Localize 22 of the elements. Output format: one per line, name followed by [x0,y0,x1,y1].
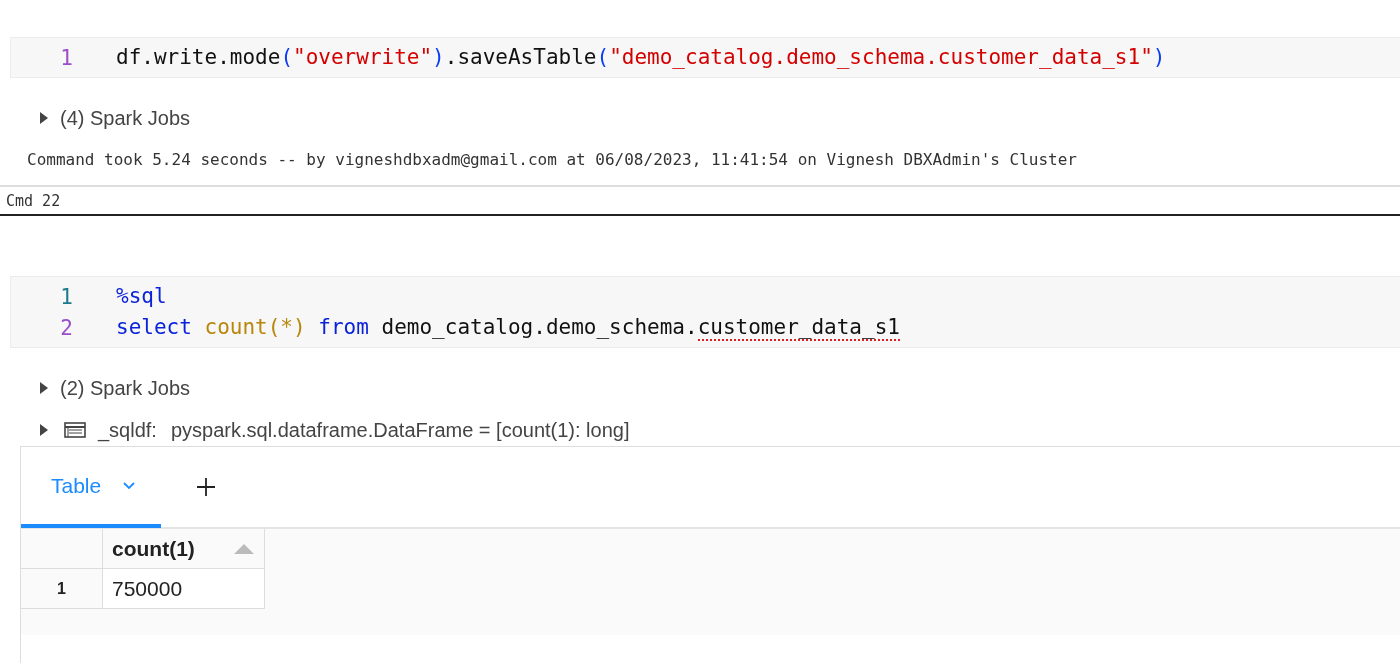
command-status: Command took 5.24 seconds -- by vigneshdbxadm@gmail.com at 06/08/2023, 11:41:54 on Vignesh DBXAdmin's Cluster [26,150,1078,169]
code-line: select count(*) from demo_catalog.demo_schema.customer_data_s1 [116,314,900,341]
dataframe-schema: pyspark.sql.dataframe.DataFrame = [count(1): long] [170,418,630,442]
code-line: %sql [116,283,167,310]
line-number: 1 [59,284,74,309]
expand-triangle-icon[interactable] [40,112,48,124]
code-editor[interactable]: 1 df.write.mode("overwrite").saveAsTable("demo_catalog.demo_schema.customer_data_s1") [10,37,1400,78]
add-icon[interactable] [197,478,215,496]
chevron-down-icon[interactable] [123,482,136,490]
code-line: df.write.mode("overwrite").saveAsTable("demo_catalog.demo_schema.customer_data_s1") [116,44,1166,71]
table-cell: 750000 [103,569,265,609]
code-editor[interactable]: 1 %sql 2 select count(*) from demo_catalog.demo_schema.customer_data_s1 [10,276,1400,348]
expand-triangle-icon[interactable] [40,382,48,394]
column-header[interactable]: count(1) [103,529,265,569]
spark-jobs-toggle[interactable]: (4) Spark Jobs [60,106,191,130]
line-number: 2 [59,315,74,340]
command-number: Cmd 22 [5,191,61,210]
line-number: 1 [59,45,74,70]
table-icon [64,422,86,438]
expand-triangle-icon[interactable] [40,424,48,436]
dataframe-name: _sqldf: [98,418,157,442]
spark-jobs-toggle[interactable]: (2) Spark Jobs [60,376,191,400]
